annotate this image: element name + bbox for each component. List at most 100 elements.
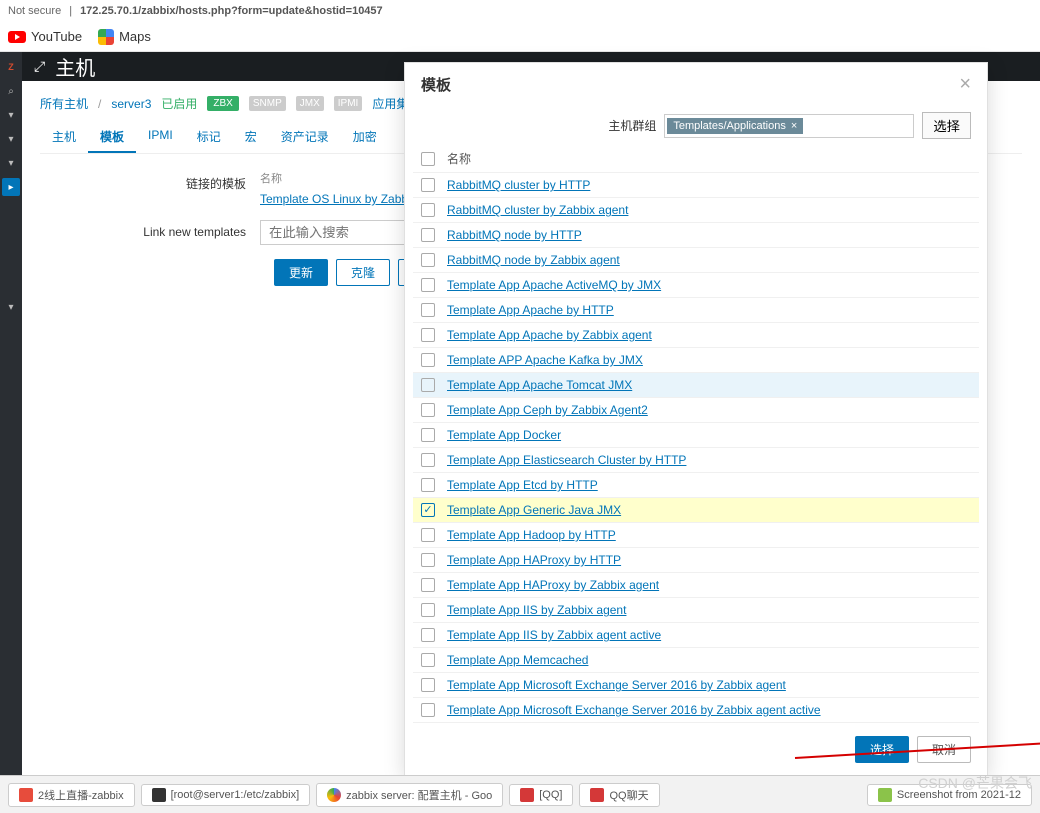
row-checkbox[interactable] bbox=[421, 678, 435, 692]
template-name[interactable]: RabbitMQ node by Zabbix agent bbox=[447, 253, 620, 267]
template-name[interactable]: Template App HAProxy by Zabbix agent bbox=[447, 578, 659, 592]
rail-item[interactable]: ▾ bbox=[2, 130, 20, 148]
rail-item[interactable]: ▾ bbox=[2, 106, 20, 124]
list-row[interactable]: Template App Apache Tomcat JMX bbox=[413, 373, 979, 398]
row-checkbox[interactable] bbox=[421, 578, 435, 592]
clone-button[interactable]: 克隆 bbox=[336, 259, 390, 286]
template-name[interactable]: Template App HAProxy by HTTP bbox=[447, 553, 621, 567]
row-checkbox[interactable] bbox=[421, 403, 435, 417]
list-row[interactable]: Template App Generic Java JMX bbox=[413, 498, 979, 523]
list-row[interactable]: Template App Memcached bbox=[413, 648, 979, 673]
task-item[interactable]: [QQ] bbox=[509, 784, 573, 806]
tag-remove-icon[interactable]: × bbox=[791, 120, 797, 132]
list-row[interactable]: Template App Apache ActiveMQ by JMX bbox=[413, 273, 979, 298]
row-checkbox[interactable] bbox=[421, 478, 435, 492]
row-checkbox[interactable] bbox=[421, 303, 435, 317]
breadcrumb-all-hosts[interactable]: 所有主机 bbox=[40, 95, 88, 112]
template-name[interactable]: RabbitMQ node by HTTP bbox=[447, 228, 582, 242]
rail-item[interactable] bbox=[2, 274, 20, 292]
tab-ipmi[interactable]: IPMI bbox=[136, 122, 185, 153]
template-name[interactable]: Template App Hadoop by HTTP bbox=[447, 528, 616, 542]
task-item[interactable]: QQ聊天 bbox=[579, 783, 659, 807]
list-row[interactable]: RabbitMQ node by HTTP bbox=[413, 223, 979, 248]
rail-item[interactable] bbox=[2, 226, 20, 244]
tab-host[interactable]: 主机 bbox=[40, 122, 88, 153]
row-checkbox[interactable] bbox=[421, 653, 435, 667]
template-name[interactable]: Template App Microsoft Exchange Server 2… bbox=[447, 678, 786, 692]
template-name[interactable]: Template App Apache by HTTP bbox=[447, 303, 614, 317]
rail-item[interactable]: ▾ bbox=[2, 154, 20, 172]
bookmark-maps[interactable]: Maps bbox=[98, 29, 151, 45]
group-tag-input[interactable]: Templates/Applications× bbox=[664, 114, 914, 138]
row-checkbox[interactable] bbox=[421, 353, 435, 367]
select-all-checkbox[interactable] bbox=[421, 152, 435, 166]
list-row[interactable]: Template App IIS by Zabbix agent active bbox=[413, 623, 979, 648]
template-name[interactable]: Template App Generic Java JMX bbox=[447, 503, 621, 517]
modal-cancel-button[interactable]: 取消 bbox=[917, 736, 971, 763]
list-row[interactable]: Template App Hadoop by HTTP bbox=[413, 523, 979, 548]
list-row[interactable]: RabbitMQ node by Zabbix agent bbox=[413, 248, 979, 273]
bookmark-youtube[interactable]: YouTube bbox=[8, 29, 82, 44]
list-row[interactable]: Template APP Apache Kafka by JMX bbox=[413, 348, 979, 373]
template-name[interactable]: Template App Elasticsearch Cluster by HT… bbox=[447, 453, 686, 467]
list-row[interactable]: RabbitMQ cluster by HTTP bbox=[413, 173, 979, 198]
row-checkbox[interactable] bbox=[421, 428, 435, 442]
template-name[interactable]: RabbitMQ cluster by HTTP bbox=[447, 178, 590, 192]
row-checkbox[interactable] bbox=[421, 553, 435, 567]
rail-config-icon[interactable]: ▸ bbox=[2, 178, 20, 196]
row-checkbox[interactable] bbox=[421, 178, 435, 192]
list-row[interactable]: Template App Etcd by HTTP bbox=[413, 473, 979, 498]
template-name[interactable]: Template App Etcd by HTTP bbox=[447, 478, 598, 492]
tab-tags[interactable]: 标记 bbox=[185, 122, 233, 153]
rail-item[interactable]: ▾ bbox=[2, 298, 20, 316]
list-row[interactable]: Template App Ceph by Zabbix Agent2 bbox=[413, 398, 979, 423]
list-row[interactable]: Template App Microsoft Exchange Server 2… bbox=[413, 673, 979, 698]
template-name[interactable]: Template App Apache Tomcat JMX bbox=[447, 378, 632, 392]
list-row[interactable]: Template App IIS by Zabbix agent bbox=[413, 598, 979, 623]
template-name[interactable]: Template App Apache by Zabbix agent bbox=[447, 328, 652, 342]
tab-encryption[interactable]: 加密 bbox=[341, 122, 389, 153]
expand-icon[interactable]: ⤢ bbox=[34, 58, 45, 75]
close-icon[interactable]: × bbox=[959, 73, 971, 96]
template-name[interactable]: Template APP Apache Kafka by JMX bbox=[447, 353, 643, 367]
tab-templates[interactable]: 模板 bbox=[88, 122, 136, 153]
apps-link[interactable]: 应用集 bbox=[372, 97, 408, 111]
task-item[interactable]: [root@server1:/etc/zabbix] bbox=[141, 784, 311, 806]
row-checkbox[interactable] bbox=[421, 503, 435, 517]
template-list[interactable]: 名称 RabbitMQ cluster by HTTPRabbitMQ clus… bbox=[405, 145, 987, 724]
template-name[interactable]: Template App Ceph by Zabbix Agent2 bbox=[447, 403, 648, 417]
breadcrumb-host[interactable]: server3 bbox=[111, 97, 151, 111]
list-row[interactable]: Template App Apache by Zabbix agent bbox=[413, 323, 979, 348]
row-checkbox[interactable] bbox=[421, 203, 435, 217]
row-checkbox[interactable] bbox=[421, 228, 435, 242]
list-row[interactable]: Template App HAProxy by Zabbix agent bbox=[413, 573, 979, 598]
list-row[interactable]: Template App Docker bbox=[413, 423, 979, 448]
template-name[interactable]: RabbitMQ cluster by Zabbix agent bbox=[447, 203, 628, 217]
list-row[interactable]: Template App Apache by HTTP bbox=[413, 298, 979, 323]
task-item[interactable]: 2线上直播-zabbix bbox=[8, 783, 135, 807]
list-row[interactable]: RabbitMQ cluster by Zabbix agent bbox=[413, 198, 979, 223]
row-checkbox[interactable] bbox=[421, 253, 435, 267]
row-checkbox[interactable] bbox=[421, 603, 435, 617]
row-checkbox[interactable] bbox=[421, 328, 435, 342]
modal-select-button[interactable]: 选择 bbox=[855, 736, 909, 763]
row-checkbox[interactable] bbox=[421, 378, 435, 392]
list-row[interactable]: Template App Elasticsearch Cluster by HT… bbox=[413, 448, 979, 473]
template-name[interactable]: Template App IIS by Zabbix agent bbox=[447, 603, 626, 617]
rail-zabbix-icon[interactable]: Z bbox=[2, 58, 20, 76]
linked-template-item[interactable]: Template OS Linux by Zabbix bbox=[260, 192, 417, 206]
group-select-button[interactable]: 选择 bbox=[922, 112, 971, 139]
template-name[interactable]: Template App Memcached bbox=[447, 653, 588, 667]
list-row[interactable]: Template App Microsoft Exchange Server 2… bbox=[413, 698, 979, 723]
row-checkbox[interactable] bbox=[421, 528, 435, 542]
row-checkbox[interactable] bbox=[421, 703, 435, 717]
rail-item[interactable] bbox=[2, 250, 20, 268]
rail-search-icon[interactable]: ⌕ bbox=[2, 82, 20, 100]
row-checkbox[interactable] bbox=[421, 278, 435, 292]
template-name[interactable]: Template App Apache ActiveMQ by JMX bbox=[447, 278, 661, 292]
task-item[interactable]: Screenshot from 2021-12 bbox=[867, 784, 1032, 806]
template-name[interactable]: Template App IIS by Zabbix agent active bbox=[447, 628, 661, 642]
row-checkbox[interactable] bbox=[421, 628, 435, 642]
list-row[interactable]: Template App HAProxy by HTTP bbox=[413, 548, 979, 573]
template-name[interactable]: Template App Microsoft Exchange Server 2… bbox=[447, 703, 821, 717]
